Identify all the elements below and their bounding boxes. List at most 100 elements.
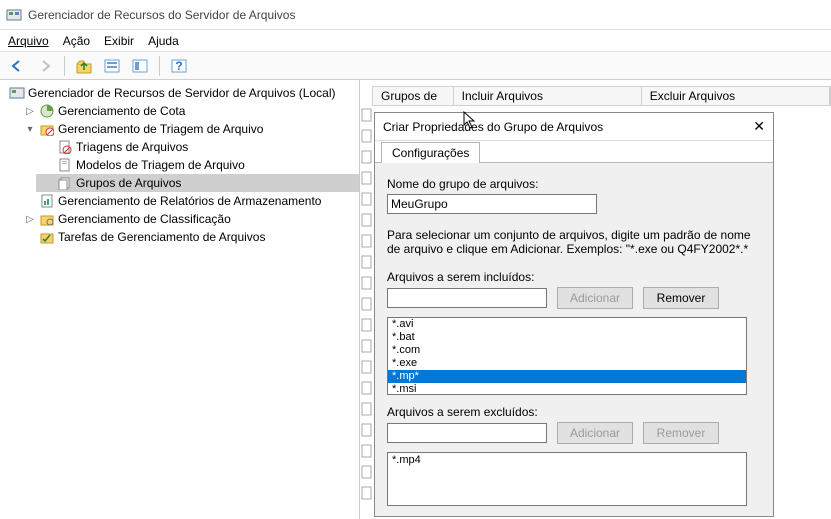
col-include[interactable]: Incluir Arquivos [454, 87, 642, 105]
page-icon [361, 129, 373, 143]
tree-templates[interactable]: Modelos de Triagem de Arquivo [36, 156, 359, 174]
tree-label: Gerenciamento de Relatórios de Armazenam… [58, 194, 321, 208]
page-icon [361, 150, 373, 164]
page-icon [361, 192, 373, 206]
tree-screening[interactable]: ▾ Gerenciamento de Triagem de Arquivo [18, 120, 359, 138]
tree-label: Gerenciador de Recursos de Servidor de A… [28, 86, 336, 100]
disk-icon [39, 103, 55, 119]
toolbar-separator-2 [159, 56, 160, 76]
svg-text:?: ? [175, 59, 182, 73]
page-icon [361, 444, 373, 458]
view-list-button[interactable] [101, 55, 123, 77]
chevron-right-icon: ▷ [24, 214, 36, 225]
dialog-titlebar: Criar Propriedades do Grupo de Arquivos … [375, 113, 773, 141]
back-button[interactable] [6, 55, 28, 77]
row-icon-gutter [360, 108, 374, 500]
menu-arquivo[interactable]: Arquivo [8, 34, 49, 48]
chevron-right-icon: ▷ [24, 106, 36, 117]
page-icon [361, 486, 373, 500]
server-icon [9, 85, 25, 101]
dialog-tabstrip: Configurações [375, 141, 773, 163]
help-button[interactable]: ? [168, 55, 190, 77]
tree-root[interactable]: Gerenciador de Recursos de Servidor de A… [0, 84, 359, 102]
column-headers: Grupos de ... Incluir Arquivos Excluir A… [372, 86, 831, 106]
pages-icon [57, 175, 73, 191]
screen-folder-icon [39, 121, 55, 137]
page-icon [361, 381, 373, 395]
exclude-remove-button[interactable]: Remover [643, 422, 719, 444]
dialog-body: Nome do grupo de arquivos: Para selecion… [375, 163, 773, 516]
create-group-dialog: Criar Propriedades do Grupo de Arquivos … [374, 112, 774, 517]
tree-label: Gerenciamento de Classificação [58, 212, 231, 226]
menu-bar: Arquivo Ação Exibir Ajuda [0, 30, 831, 52]
list-item[interactable]: *.com [388, 344, 746, 357]
page-icon [361, 360, 373, 374]
page-icon [361, 465, 373, 479]
toolbar-separator [64, 56, 65, 76]
name-label: Nome do grupo de arquivos: [387, 177, 761, 191]
workspace: Gerenciador de Recursos de Servidor de A… [0, 80, 831, 519]
view-detail-button[interactable] [129, 55, 151, 77]
col-exclude[interactable]: Excluir Arquivos [642, 87, 830, 105]
page-icon [361, 108, 373, 122]
exclude-add-button[interactable]: Adicionar [557, 422, 633, 444]
include-remove-button[interactable]: Remover [643, 287, 719, 309]
menu-ajuda[interactable]: Ajuda [148, 34, 179, 48]
list-item[interactable]: *.avi [388, 318, 746, 331]
close-icon[interactable]: ✕ [753, 118, 765, 135]
page-icon [361, 255, 373, 269]
title-bar: Gerenciador de Recursos do Servidor de A… [0, 0, 831, 30]
list-item[interactable]: *.bat [388, 331, 746, 344]
include-listbox[interactable]: *.avi*.bat*.com*.exe*.mp**.msi [387, 317, 747, 395]
gear-folder-icon [39, 211, 55, 227]
up-button[interactable] [73, 55, 95, 77]
page-icon [361, 276, 373, 290]
page-icon [361, 318, 373, 332]
tree-classification[interactable]: ▷ Gerenciamento de Classificação [18, 210, 359, 228]
forward-button[interactable] [34, 55, 56, 77]
include-label: Arquivos a serem incluídos: [387, 270, 761, 284]
include-add-button[interactable]: Adicionar [557, 287, 633, 309]
page-icon [361, 297, 373, 311]
report-icon [39, 193, 55, 209]
tree-quota[interactable]: ▷ Gerenciamento de Cota [18, 102, 359, 120]
include-pattern-input[interactable] [387, 288, 547, 308]
menu-exibir[interactable]: Exibir [104, 34, 134, 48]
menu-acao[interactable]: Ação [63, 34, 90, 48]
tab-settings[interactable]: Configurações [381, 142, 480, 163]
tree-label: Tarefas de Gerenciamento de Arquivos [58, 230, 265, 244]
tree-label: Gerenciamento de Cota [58, 104, 185, 118]
list-item[interactable]: *.exe [388, 357, 746, 370]
tree-tasks[interactable]: Tarefas de Gerenciamento de Arquivos [18, 228, 359, 246]
list-item[interactable]: *.msi [388, 383, 746, 395]
group-name-input[interactable] [387, 194, 597, 214]
toolbar: ? [0, 52, 831, 80]
tree-screenings[interactable]: Triagens de Arquivos [36, 138, 359, 156]
tree-pane: Gerenciador de Recursos de Servidor de A… [0, 80, 360, 519]
tree-label: Triagens de Arquivos [76, 140, 188, 154]
tree-label: Gerenciamento de Triagem de Arquivo [58, 122, 263, 136]
page-deny-icon [57, 139, 73, 155]
task-folder-icon [39, 229, 55, 245]
window-title: Gerenciador de Recursos do Servidor de A… [28, 8, 295, 22]
page-icon [57, 157, 73, 173]
page-icon [361, 234, 373, 248]
col-groups[interactable]: Grupos de ... [373, 87, 454, 105]
tree-label: Modelos de Triagem de Arquivo [76, 158, 245, 172]
tree-reports[interactable]: Gerenciamento de Relatórios de Armazenam… [18, 192, 359, 210]
list-item[interactable]: *.mp4 [388, 453, 746, 467]
tree-label: Grupos de Arquivos [76, 176, 181, 190]
help-text: Para selecionar um conjunto de arquivos,… [387, 228, 761, 256]
dialog-title: Criar Propriedades do Grupo de Arquivos [383, 120, 603, 134]
page-icon [361, 402, 373, 416]
page-icon [361, 171, 373, 185]
exclude-listbox[interactable]: *.mp4 [387, 452, 747, 506]
chevron-down-icon: ▾ [24, 124, 36, 135]
exclude-pattern-input[interactable] [387, 423, 547, 443]
tree-file-groups[interactable]: Grupos de Arquivos [36, 174, 359, 192]
app-icon [6, 7, 22, 23]
list-item[interactable]: *.mp* [388, 370, 746, 383]
content-pane: Grupos de ... Incluir Arquivos Excluir A… [360, 80, 831, 519]
page-icon [361, 339, 373, 353]
exclude-label: Arquivos a serem excluídos: [387, 405, 761, 419]
